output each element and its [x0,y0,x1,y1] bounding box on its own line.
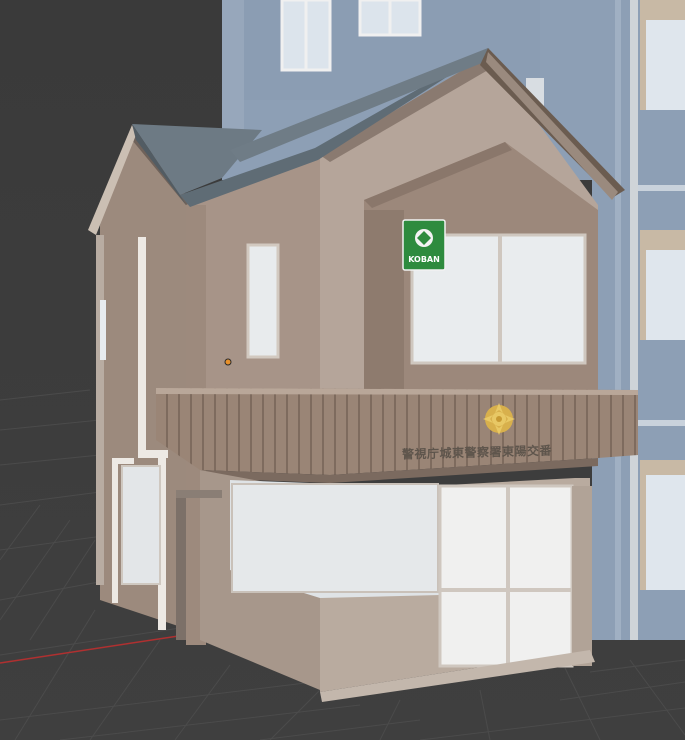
scene-render[interactable] [0,0,685,740]
object-origin-marker[interactable] [224,358,232,366]
koban-sign-label: KOBAN [408,255,440,264]
3d-viewport[interactable]: KOBAN 警視庁城東警察署東陽交番 [0,0,685,740]
